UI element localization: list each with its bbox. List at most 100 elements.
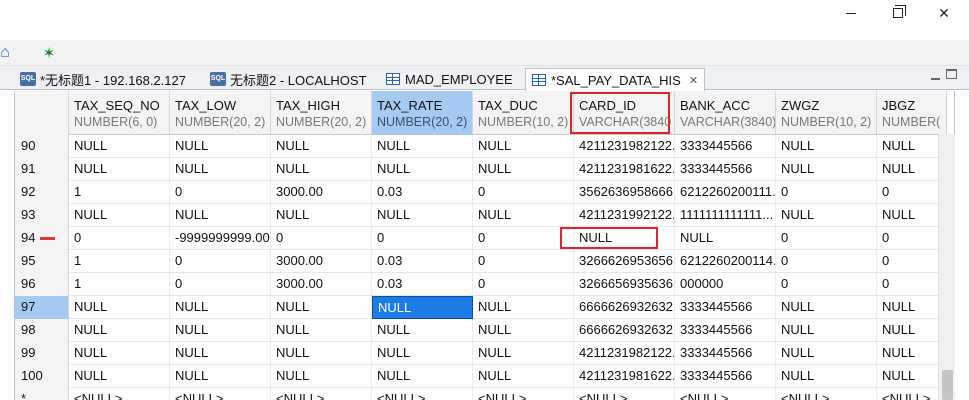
grid-cell[interactable]: NULL xyxy=(776,158,877,181)
grid-cell[interactable]: <NULL> xyxy=(271,388,372,400)
grid-cell[interactable]: NULL xyxy=(271,204,372,227)
grid-cell[interactable]: <NULL> xyxy=(170,388,271,400)
grid-cell[interactable]: NULL xyxy=(170,158,271,181)
vertical-scrollbar[interactable] xyxy=(938,134,955,400)
grid-corner[interactable] xyxy=(15,91,69,135)
grid-cell[interactable]: 6212260200114... xyxy=(675,250,776,273)
grid-cell[interactable]: NULL xyxy=(69,365,170,388)
grid-cell[interactable]: NULL xyxy=(69,158,170,181)
column-header-zwgz[interactable]: ZWGZ NUMBER(10, 2) xyxy=(776,91,877,135)
table-row[interactable]: 95 1 0 3000.00 0.03 0 3266626953656... 62122602… xyxy=(15,250,947,273)
grid-cell[interactable]: NULL xyxy=(776,204,877,227)
tab-untitled1[interactable]: SQL *无标题1 - 192.168.2.127 xyxy=(14,68,192,90)
grid-cell[interactable]: 1111111111111... xyxy=(675,204,776,227)
grid-cell[interactable]: 6666626932632... xyxy=(574,319,675,342)
grid-cell[interactable]: NULL xyxy=(776,319,877,342)
grid-cell[interactable]: 4211231982122... xyxy=(574,135,675,158)
grid-cell[interactable]: <NULL> xyxy=(776,388,877,400)
grid-cell[interactable]: 0 xyxy=(877,181,947,204)
grid-cell[interactable]: 6666626932632... xyxy=(574,296,675,319)
grid-cell[interactable]: 0 xyxy=(473,250,574,273)
column-header-tax-duc[interactable]: TAX_DUC NUMBER(10, 2) xyxy=(473,91,574,135)
grid-cell[interactable]: 1 xyxy=(69,181,170,204)
tab-sal-pay-data-his[interactable]: *SAL_PAY_DATA_HIS ✕ xyxy=(525,68,706,91)
grid-cell[interactable]: 3000.00 xyxy=(271,273,372,296)
grid-cell[interactable]: 3333445566 xyxy=(675,135,776,158)
grid-cell[interactable]: 3333445566 xyxy=(675,365,776,388)
view-maximize-button[interactable] xyxy=(946,69,957,79)
grid-cell[interactable]: NULL xyxy=(69,319,170,342)
grid-cell[interactable]: NULL xyxy=(473,158,574,181)
tab-mad-employee[interactable]: MAD_EMPLOYEE xyxy=(380,68,519,90)
grid-cell[interactable]: NULL xyxy=(372,204,473,227)
grid-cell[interactable]: NULL xyxy=(675,227,776,250)
grid-cell[interactable]: NULL xyxy=(877,158,947,181)
grid-cell[interactable]: <NULL> xyxy=(574,388,675,400)
grid-cell[interactable]: NULL xyxy=(473,342,574,365)
grid-cell[interactable]: NULL xyxy=(271,135,372,158)
grid-cell[interactable]: 0 xyxy=(170,273,271,296)
grid-cell[interactable]: NULL xyxy=(170,365,271,388)
home-icon[interactable]: ⌂ xyxy=(0,44,14,62)
grid-cell[interactable]: NULL xyxy=(473,296,574,319)
grid-cell[interactable]: 0 xyxy=(271,227,372,250)
table-row[interactable]: 90 NULL NULL NULL NULL NULL 4211231982122... 33… xyxy=(15,135,947,158)
view-minimize-button[interactable] xyxy=(929,70,941,82)
row-number[interactable]: 95 xyxy=(15,250,69,273)
grid-cell[interactable]: NULL xyxy=(473,319,574,342)
grid-cell[interactable]: NULL xyxy=(877,365,947,388)
grid-cell[interactable]: 1 xyxy=(69,250,170,273)
grid-cell[interactable]: 0 xyxy=(776,227,877,250)
grid-cell[interactable]: NULL xyxy=(776,296,877,319)
column-header-tax-high[interactable]: TAX_HIGH NUMBER(20, 2) xyxy=(271,91,372,135)
grid-cell[interactable]: NULL xyxy=(372,296,473,319)
grid-cell[interactable]: 0.03 xyxy=(372,250,473,273)
grid-cell[interactable]: NULL xyxy=(69,204,170,227)
grid-cell[interactable]: 4211231981622... xyxy=(574,158,675,181)
table-row[interactable]: 96 1 0 3000.00 0.03 0 3266656935636... 000000 0 0 xyxy=(15,273,947,296)
grid-cell[interactable]: 1 xyxy=(69,273,170,296)
grid-cell[interactable]: 3333445566 xyxy=(675,296,776,319)
grid-cell[interactable]: 0 xyxy=(473,181,574,204)
grid-cell[interactable]: 3266656935636... xyxy=(574,273,675,296)
grid-cell[interactable]: 3333445566 xyxy=(675,319,776,342)
grid-cell[interactable]: NULL xyxy=(877,296,947,319)
grid-cell[interactable]: NULL xyxy=(271,342,372,365)
column-header-tax-low[interactable]: TAX_LOW NUMBER(20, 2) xyxy=(170,91,271,135)
grid-cell[interactable]: NULL xyxy=(372,365,473,388)
row-number[interactable]: 96 xyxy=(15,273,69,296)
row-number[interactable]: 94 xyxy=(15,227,69,250)
table-row[interactable]: * <NULL> <NULL> <NULL> <NULL> <NULL> <NULL> <NU… xyxy=(15,388,947,400)
table-row[interactable]: 97 NULL NULL NULL NULL NULL 6666626932632... 33… xyxy=(15,296,947,319)
grid-cell[interactable]: 0 xyxy=(776,273,877,296)
grid-cell[interactable]: 3562636958666... xyxy=(574,181,675,204)
grid-cell[interactable]: NULL xyxy=(473,204,574,227)
grid-cell[interactable]: 000000 xyxy=(675,273,776,296)
table-row[interactable]: 94 0 -9999999999.00 0 0 0 NULL NULL 0 0 xyxy=(15,227,947,250)
grid-cell[interactable]: <NULL> xyxy=(372,388,473,400)
grid-cell[interactable]: NULL xyxy=(271,319,372,342)
table-row[interactable]: 98 NULL NULL NULL NULL NULL 6666626932632... 33… xyxy=(15,319,947,342)
grid-cell[interactable]: NULL xyxy=(271,296,372,319)
grid-cell[interactable]: 3266626953656... xyxy=(574,250,675,273)
grid-cell[interactable]: NULL xyxy=(776,135,877,158)
table-row[interactable]: 100 NULL NULL NULL NULL NULL 4211231981622... 3… xyxy=(15,365,947,388)
grid-cell[interactable]: 0 xyxy=(372,227,473,250)
column-header-jbgz[interactable]: JBGZ NUMBER( xyxy=(877,91,947,135)
grid-cell[interactable]: NULL xyxy=(372,135,473,158)
table-row[interactable]: 93 NULL NULL NULL NULL NULL 4211231992122... 11… xyxy=(15,204,947,227)
grid-cell[interactable]: NULL xyxy=(69,342,170,365)
grid-cell[interactable]: 0 xyxy=(473,227,574,250)
column-header-card-id[interactable]: CARD_ID VARCHAR(3840 xyxy=(574,91,675,135)
grid-cell[interactable]: NULL xyxy=(372,319,473,342)
bug-icon[interactable]: ✶ xyxy=(40,44,58,62)
grid-cell[interactable]: NULL xyxy=(877,204,947,227)
tab-untitled2[interactable]: SQL 无标题2 - LOCALHOST xyxy=(204,68,373,90)
grid-cell[interactable]: NULL xyxy=(877,135,947,158)
column-header-tax-seq-no[interactable]: TAX_SEQ_NO NUMBER(6, 0) xyxy=(69,91,170,135)
grid-cell[interactable]: NULL xyxy=(372,158,473,181)
grid-cell[interactable]: 0.03 xyxy=(372,181,473,204)
grid-cell[interactable]: NULL xyxy=(574,227,675,250)
row-number[interactable]: 90 xyxy=(15,135,69,158)
grid-cell[interactable]: NULL xyxy=(69,296,170,319)
